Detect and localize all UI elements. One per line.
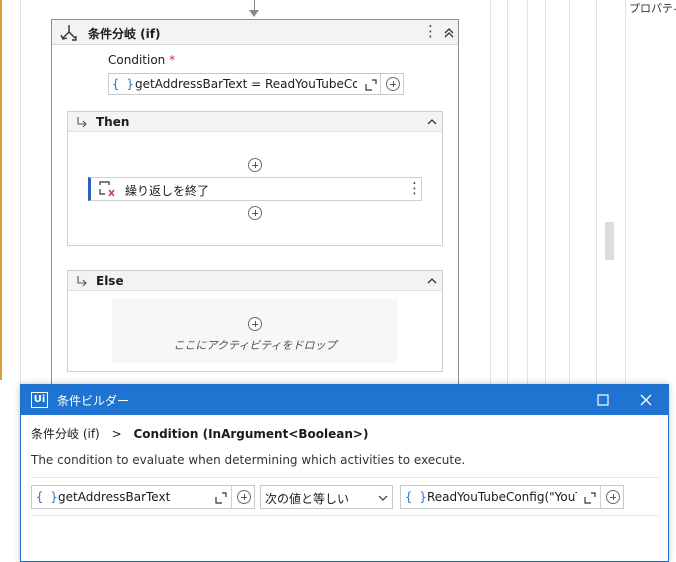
open-editor-icon[interactable] (583, 491, 597, 505)
dialog-title: 条件ビルダー (57, 394, 130, 408)
else-branch-header[interactable]: Else (68, 271, 442, 291)
activity-drop-zone[interactable]: ここにアクティビティをドロップ (112, 299, 398, 363)
uipath-logo-icon: Ui (31, 392, 48, 408)
breadcrumb-separator: > (111, 427, 122, 441)
breadcrumb: 条件分岐 (if) > Condition (InArgument<Boolea… (31, 425, 368, 442)
left-operand-input[interactable]: { } getAddressBarText (31, 485, 255, 509)
field-divider (600, 486, 601, 508)
condition-input[interactable]: { } getAddressBarText = ReadYouTubeConfi… (108, 73, 404, 95)
more-options-icon[interactable]: ⋮ (423, 24, 438, 39)
activity-header[interactable]: 条件分岐 (if) ⋮ (52, 20, 458, 45)
sequence-border (0, 0, 2, 380)
divider (31, 515, 659, 516)
then-branch-header[interactable]: Then (68, 112, 442, 132)
add-icon[interactable] (606, 490, 620, 504)
dialog-description: The condition to evaluate when determini… (31, 453, 466, 467)
break-activity[interactable]: 繰り返しを終了 ⋮ (88, 177, 422, 201)
expression-brace-icon: { } (36, 490, 58, 504)
dialog-title-bar[interactable]: Ui 条件ビルダー (21, 385, 668, 415)
branch-arrow-icon (77, 276, 87, 287)
right-operand-input[interactable]: { } ReadYouTubeConfig("YouTul (400, 485, 624, 509)
field-divider (380, 74, 381, 94)
else-branch[interactable]: Else ここにアクティビティをドロップ (67, 270, 443, 372)
open-editor-icon[interactable] (364, 78, 378, 92)
activity-title: 条件分岐 (if) (88, 27, 161, 41)
close-icon[interactable] (639, 393, 653, 407)
divider (31, 477, 659, 478)
if-branch-icon (60, 25, 77, 41)
condition-expression: getAddressBarText = ReadYouTubeConfig( (135, 77, 357, 91)
else-branch-title: Else (96, 274, 124, 288)
properties-panel-title[interactable]: プロパティ( (629, 0, 676, 16)
break-activity-label: 繰り返しを終了 (125, 184, 210, 198)
operator-select[interactable]: 次の値と等しい (260, 485, 393, 509)
expression-brace-icon: { } (112, 77, 134, 91)
right-operand-value: ReadYouTubeConfig("YouTul (427, 490, 577, 504)
then-branch-title: Then (96, 115, 130, 129)
breadcrumb-parent[interactable]: 条件分岐 (if) (31, 427, 100, 441)
open-editor-icon[interactable] (214, 491, 228, 505)
add-activity-icon[interactable] (248, 158, 262, 172)
field-divider (231, 486, 232, 508)
collapse-icon[interactable] (442, 26, 456, 40)
canvas-scrollbar-thumb[interactable] (605, 222, 614, 260)
condition-builder-dialog[interactable]: Ui 条件ビルダー 条件分岐 (if) > Condition (InArgum… (20, 384, 669, 562)
chevron-up-icon[interactable] (425, 274, 439, 288)
if-activity[interactable]: 条件分岐 (if) ⋮ Condition * { } getAddressBa… (51, 19, 459, 399)
condition-label: Condition * (108, 53, 176, 67)
branch-arrow-icon (77, 117, 87, 128)
maximize-icon[interactable] (596, 393, 610, 407)
more-options-icon[interactable]: ⋮ (407, 181, 422, 196)
required-mark: * (169, 53, 176, 67)
drop-hint: ここにアクティビティをドロップ (173, 339, 337, 352)
break-loop-icon (99, 181, 115, 197)
left-operand-value: getAddressBarText (58, 490, 171, 504)
breadcrumb-current: Condition (InArgument<Boolean>) (133, 427, 369, 441)
add-icon[interactable] (386, 77, 400, 91)
operator-value: 次の値と等しい (265, 492, 350, 506)
add-activity-icon[interactable] (248, 206, 262, 220)
chevron-up-icon[interactable] (425, 115, 439, 129)
chevron-down-icon[interactable] (378, 493, 388, 503)
add-icon[interactable] (237, 490, 251, 504)
expression-brace-icon: { } (405, 490, 427, 504)
then-branch[interactable]: Then 繰り返しを終了 ⋮ (67, 111, 443, 246)
flow-arrow-icon (249, 10, 259, 17)
add-activity-icon[interactable] (248, 317, 262, 331)
